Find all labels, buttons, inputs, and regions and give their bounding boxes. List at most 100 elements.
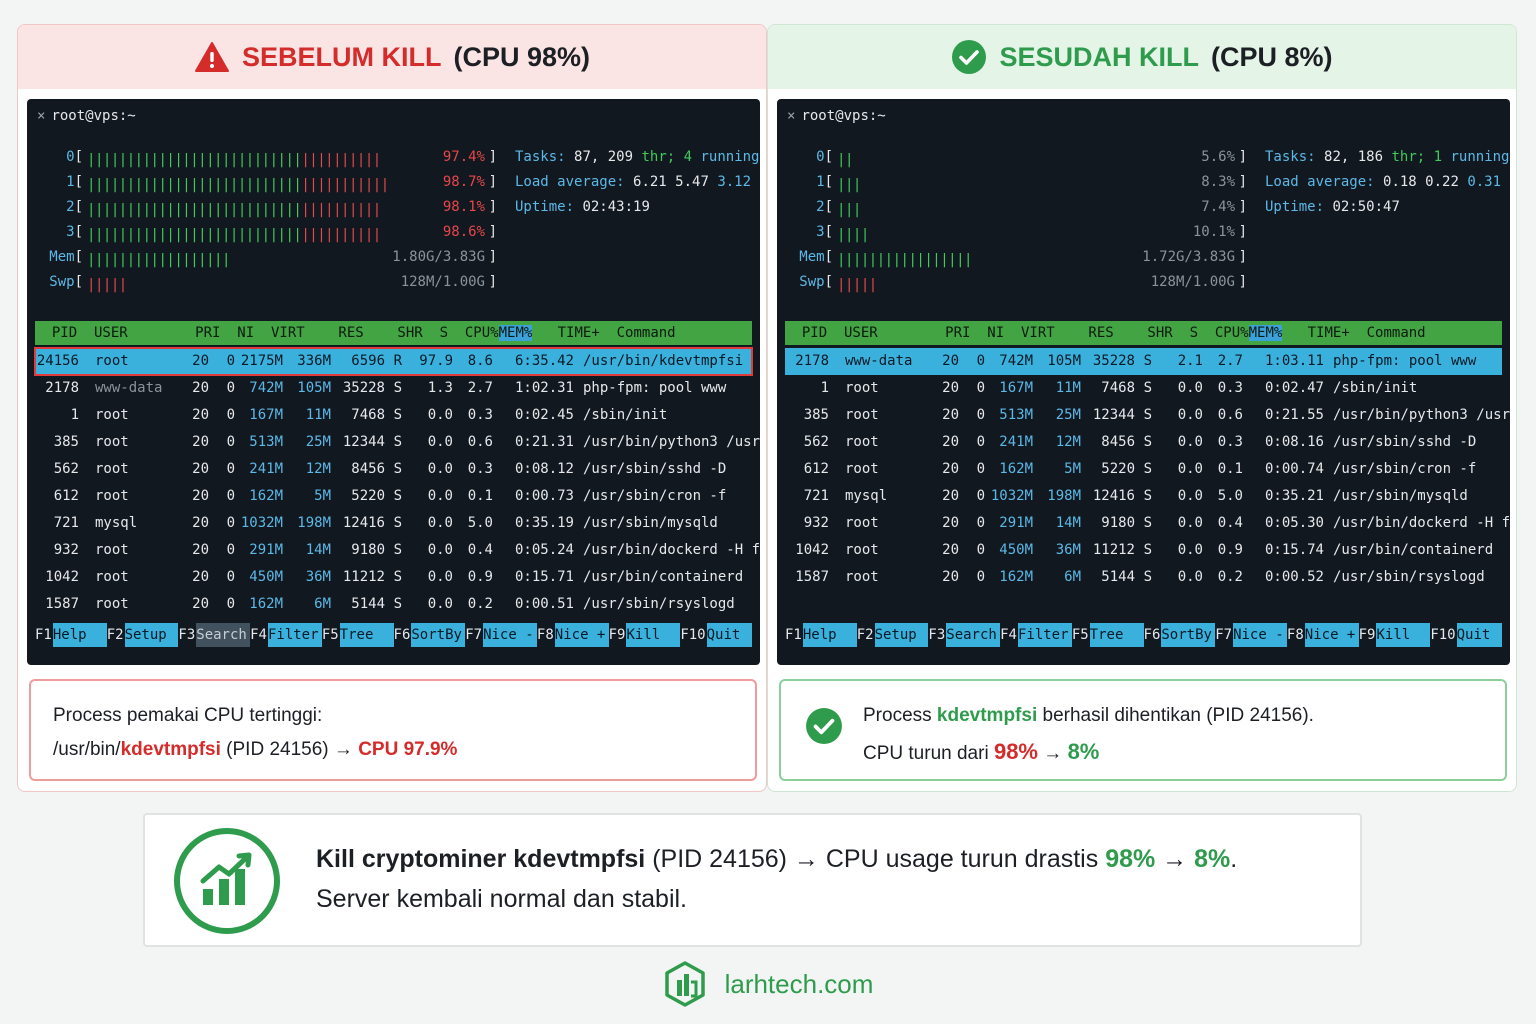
fkey-f10[interactable]: F10 Quit [680, 623, 753, 647]
table-row[interactable]: 385 root 20 0 513M 25M 12344 S 0.0 0.6 0:21.31/usr… [35, 429, 760, 456]
cell-time: 1:03.11 [1264, 353, 1324, 369]
fkey-f8[interactable]: F8 Nice + [1286, 623, 1359, 647]
cell-res: 198M [1047, 488, 1081, 504]
fkey-f7[interactable]: F7 Nice - [465, 623, 537, 647]
cell-pri: 20 [942, 434, 959, 450]
cell-shr: 7468 [1101, 380, 1135, 396]
cell-cmd: /usr/bin/kdevtmpfsi [583, 353, 744, 369]
header-mem-sorted[interactable]: MEM% [498, 325, 533, 341]
table-row[interactable]: 2178 www-data 20 0 742M 105M 35228 S 2.1 2.7 1:03.… [785, 348, 1502, 375]
table-row[interactable]: 1 root 20 0 167M 11M 7468 S 0.0 0.3 0:02.47/sbin/i… [785, 375, 1502, 402]
table-row[interactable]: 932 root 20 0 291M 14M 9180 S 0.0 0.4 0:05.24/usr/… [35, 537, 760, 564]
header-mem-sorted[interactable]: MEM% [1248, 325, 1283, 341]
load-average-line: Load average: 0.18 0.22 0.31 [1265, 174, 1502, 190]
close-icon[interactable]: × [37, 108, 45, 124]
fkey-f2[interactable]: F2 Setup [106, 623, 179, 647]
cell-pid: 1 [820, 380, 829, 396]
cell-cpu: 97.9 [419, 353, 453, 369]
function-key-bar: F1 Help F2 Setup F3 Search F4 Filter F5 Tree F6 Sor… [35, 623, 753, 647]
meter-label: 1[ [66, 174, 83, 190]
before-terminal[interactable]: × root@vps:~ 0[||||||||||||||||||||||||||… [27, 99, 760, 665]
cell-virt: 291M [249, 542, 283, 558]
cell-pid: 1 [70, 407, 79, 423]
cell-ni: 0 [976, 488, 985, 504]
fkey-f9[interactable]: F9 Kill [1358, 623, 1431, 647]
table-row[interactable]: 385 root 20 0 513M 25M 12344 S 0.0 0.6 0:21.55/usr… [785, 402, 1510, 429]
cell-cpu: 0.0 [1177, 488, 1203, 504]
table-row[interactable]: 612 root 20 0 162M 5M 5220 S 0.0 0.1 0:00.74/usr/s… [785, 456, 1502, 483]
fkey-f6[interactable]: F6 SortBy [1143, 623, 1216, 647]
cell-cmd: /usr/sbin/sshd -D [1333, 434, 1477, 450]
table-row[interactable]: 1587 root 20 0 162M 6M 5144 S 0.0 0.2 0:00.52/usr/… [785, 564, 1502, 591]
fkey-f1[interactable]: F1 Help [35, 623, 107, 647]
cell-pri: 20 [942, 353, 959, 369]
fkey-f5[interactable]: F5 Tree [321, 623, 394, 647]
cell-time: 6:35.42 [514, 353, 574, 369]
cell-user: root [845, 380, 879, 396]
cell-time: 1:02.31 [514, 380, 574, 396]
cell-time: 0:35.21 [1264, 488, 1324, 504]
cell-pri: 20 [192, 488, 209, 504]
table-row[interactable]: 562 root 20 0 241M 12M 8456 S 0.0 0.3 0:08.16/usr/… [785, 429, 1502, 456]
fkey-f10[interactable]: F10 Quit [1430, 623, 1503, 647]
cell-cmd: /usr/sbin/cron -f [583, 488, 727, 504]
close-icon[interactable]: × [787, 108, 795, 124]
cell-cpu: 0.0 [427, 407, 453, 423]
brand-name[interactable]: larhtech.com [725, 969, 874, 1000]
cell-shr: 5144 [1101, 569, 1135, 585]
cell-user: root [95, 569, 129, 585]
cell-user: www-data [845, 353, 913, 369]
table-row[interactable]: 1042 root 20 0 450M 36M 11212 S 0.0 0.9 0:15.74/us… [785, 537, 1502, 564]
cell-pri: 20 [192, 407, 209, 423]
fkey-f4[interactable]: F4 Filter [250, 623, 322, 647]
cell-virt: 241M [249, 461, 283, 477]
after-terminal[interactable]: × root@vps:~ 0[|| 5.6%] 1[||| 8.3%] 2[||| 7.4%… [777, 99, 1510, 665]
cell-time: 0:15.71 [514, 569, 574, 585]
cell-ni: 0 [226, 353, 235, 369]
cpu-meters: 0[||||||||||||||||||||||||||||||||||||| 9… [27, 149, 497, 299]
fkey-f7[interactable]: F7 Nice - [1215, 623, 1287, 647]
table-row[interactable]: 1042 root 20 0 450M 36M 11212 S 0.0 0.9 0:15.71/us… [35, 564, 752, 591]
meter-row: 3[|||| 10.1%] [777, 224, 1247, 249]
tasks-line: Tasks: 87, 209 thr; 4 running [515, 149, 760, 165]
cell-res: 6M [314, 596, 331, 612]
fkey-f9[interactable]: F9 Kill [608, 623, 681, 647]
table-row[interactable]: 612 root 20 0 162M 5M 5220 S 0.0 0.1 0:00.73/usr/s… [35, 483, 752, 510]
cell-pid: 932 [53, 542, 79, 558]
cell-time: 0:35.19 [514, 515, 574, 531]
fkey-f5[interactable]: F5 Tree [1071, 623, 1144, 647]
fkey-f6[interactable]: F6 SortBy [393, 623, 466, 647]
table-row[interactable]: 1587 root 20 0 162M 6M 5144 S 0.0 0.2 0:00.51/usr/… [35, 591, 752, 618]
table-row[interactable]: 932 root 20 0 291M 14M 9180 S 0.0 0.4 0:05.30/usr/… [785, 510, 1510, 537]
load-average-line: Load average: 6.21 5.47 3.12 [515, 174, 752, 190]
fkey-f8[interactable]: F8 Nice + [536, 623, 609, 647]
table-row[interactable]: 562 root 20 0 241M 12M 8456 S 0.0 0.3 0:08.12/usr/… [35, 456, 752, 483]
table-row[interactable]: 24156 root 20 0 2175M 336M 6596 R 97.9 8.6 6:35.42… [34, 347, 753, 376]
table-row[interactable]: 1 root 20 0 167M 11M 7468 S 0.0 0.3 0:02.45/sbin/i… [35, 402, 752, 429]
meter-label: 3[ [66, 224, 83, 240]
fkey-f3[interactable]: F3 Search [178, 623, 251, 647]
meter-row: 0[|| 5.6%] [777, 149, 1247, 174]
cell-user: root [95, 407, 129, 423]
after-title-cpu: (CPU 8%) [1211, 41, 1333, 72]
summary-card: Kill cryptominer kdevtmpfsi (PID 24156) … [143, 813, 1362, 947]
process-table-header[interactable]: PID USER PRI NI VIRT RES SHR S CPU%MEM% … [785, 321, 1502, 345]
cell-s: S [1143, 407, 1152, 423]
table-row[interactable]: 721 mysql 20 0 1032M 198M 12416 S 0.0 5.0 0:35.21 /… [785, 483, 1502, 510]
cell-mem: 2.7 [467, 380, 493, 396]
cell-s: S [393, 488, 402, 504]
fkey-f2[interactable]: F2 Setup [856, 623, 929, 647]
table-row[interactable]: 2178 www-data 20 0 742M 105M 35228 S 1.3 2.7 1:02.… [35, 375, 752, 402]
fkey-f4[interactable]: F4 Filter [1000, 623, 1072, 647]
cell-virt: 162M [249, 596, 283, 612]
table-row[interactable]: 721 mysql 20 0 1032M 198M 12416 S 0.0 5.0 0:35.19 /… [35, 510, 752, 537]
cell-virt: 2175M [240, 353, 283, 369]
cell-ni: 0 [226, 488, 235, 504]
meter-value: 8.3% [1201, 174, 1235, 190]
cell-pri: 20 [942, 569, 959, 585]
process-table-header[interactable]: PID USER PRI NI VIRT RES SHR S CPU%MEM% … [35, 321, 752, 345]
fkey-f3[interactable]: F3 Search [928, 623, 1001, 647]
fkey-f1[interactable]: F1 Help [785, 623, 857, 647]
larhtech-logo-icon [664, 961, 705, 1007]
cell-cmd: /usr/bin/python3 /usr [583, 434, 760, 450]
